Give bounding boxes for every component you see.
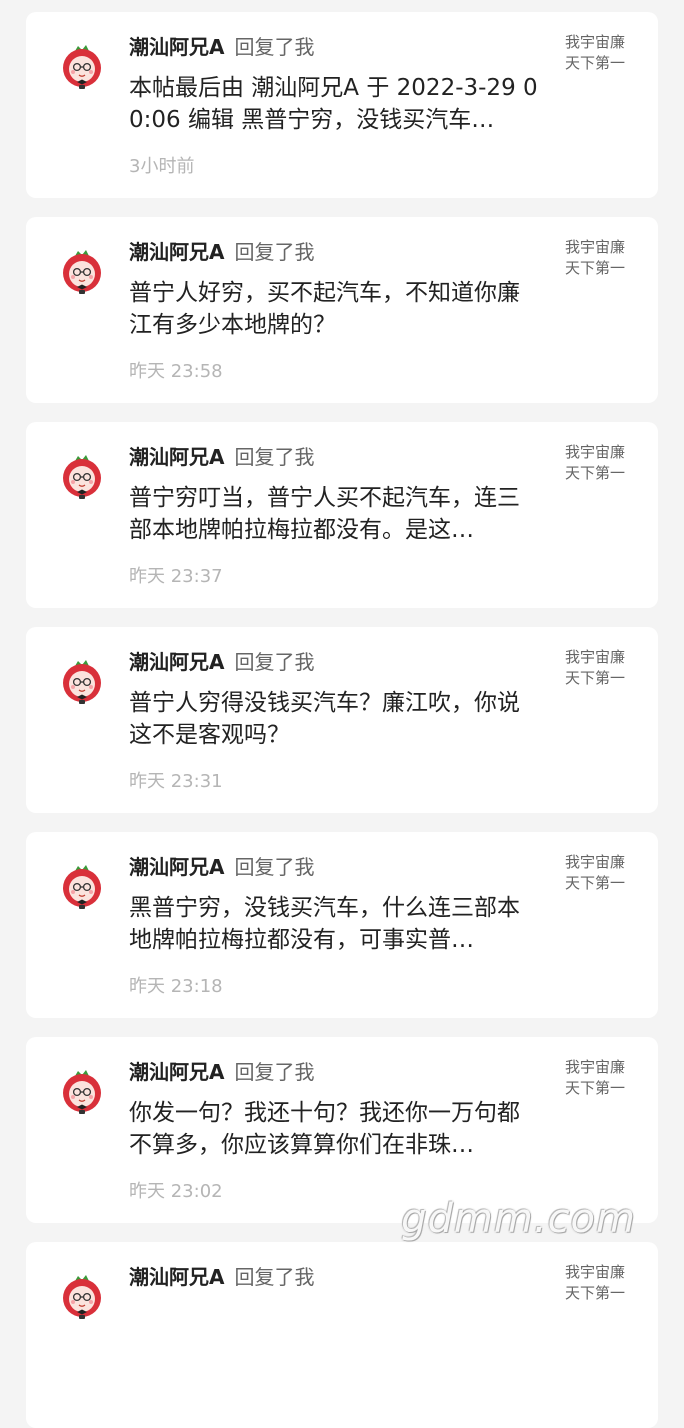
avatar[interactable] <box>58 1067 106 1115</box>
quoted-post-preview[interactable]: 我宇宙廉天下第一 <box>560 852 630 894</box>
reply-content[interactable]: 你发一句？我还十句？我还你一万句都不算多，你应该算算你们在非珠… <box>129 1097 539 1161</box>
notification-header: 潮汕阿兄A 回复了我 <box>129 1262 314 1292</box>
reply-action-label: 回复了我 <box>234 1060 315 1084</box>
reply-content[interactable]: 普宁人好穷，买不起汽车，不知道你廉江有多少本地牌的？ <box>129 277 539 341</box>
notification-header: 潮汕阿兄A 回复了我 <box>129 237 314 267</box>
avatar[interactable] <box>58 657 106 705</box>
username[interactable]: 潮汕阿兄A <box>129 1265 224 1289</box>
quoted-post-preview[interactable]: 我宇宙廉天下第一 <box>560 1057 630 1099</box>
reply-content[interactable]: 普宁人穷得没钱买汽车？廉江吹，你说这不是客观吗？ <box>129 687 539 751</box>
quoted-post-preview[interactable]: 我宇宙廉天下第一 <box>560 1262 630 1304</box>
timestamp: 昨天 23:02 <box>129 1181 223 1202</box>
reply-content[interactable]: 普宁穷叮当，普宁人买不起汽车，连三部本地牌帕拉梅拉都没有。是这… <box>129 482 539 546</box>
quoted-post-preview[interactable]: 我宇宙廉天下第一 <box>560 32 630 74</box>
reply-action-label: 回复了我 <box>234 1265 315 1289</box>
username[interactable]: 潮汕阿兄A <box>129 35 224 59</box>
timestamp: 3小时前 <box>129 156 195 177</box>
timestamp: 昨天 23:37 <box>129 566 223 587</box>
reply-content[interactable] <box>129 1302 539 1366</box>
avatar[interactable] <box>58 247 106 295</box>
username[interactable]: 潮汕阿兄A <box>129 1060 224 1084</box>
notification-card[interactable]: 潮汕阿兄A 回复了我 我宇宙廉天下第一 普宁人好穷，买不起汽车，不知道你廉江有多少本地… <box>26 217 658 403</box>
timestamp: 昨天 23:31 <box>129 771 223 792</box>
username[interactable]: 潮汕阿兄A <box>129 855 224 879</box>
notification-header: 潮汕阿兄A 回复了我 <box>129 442 314 472</box>
notification-card[interactable]: 潮汕阿兄A 回复了我 我宇宙廉天下第一 黑普宁穷，没钱买汽车，什么连三部本地牌帕拉梅拉… <box>26 832 658 1018</box>
username[interactable]: 潮汕阿兄A <box>129 240 224 264</box>
quoted-post-preview[interactable]: 我宇宙廉天下第一 <box>560 237 630 279</box>
username[interactable]: 潮汕阿兄A <box>129 445 224 469</box>
timestamp: 昨天 23:58 <box>129 361 223 382</box>
reply-content[interactable]: 黑普宁穷，没钱买汽车，什么连三部本地牌帕拉梅拉都没有，可事实普… <box>129 892 539 956</box>
quoted-post-preview[interactable]: 我宇宙廉天下第一 <box>560 647 630 689</box>
notification-header: 潮汕阿兄A 回复了我 <box>129 852 314 882</box>
avatar[interactable] <box>58 42 106 90</box>
reply-action-label: 回复了我 <box>234 855 315 879</box>
timestamp: 昨天 23:18 <box>129 976 223 997</box>
reply-action-label: 回复了我 <box>234 35 315 59</box>
avatar[interactable] <box>58 862 106 910</box>
avatar[interactable] <box>58 1272 106 1320</box>
notification-header: 潮汕阿兄A 回复了我 <box>129 647 314 677</box>
quoted-post-preview[interactable]: 我宇宙廉天下第一 <box>560 442 630 484</box>
notification-card[interactable]: 潮汕阿兄A 回复了我 我宇宙廉天下第一 本帖最后由 潮汕阿兄A 于 2022-3-29… <box>26 12 658 198</box>
notification-card[interactable]: 潮汕阿兄A 回复了我 我宇宙廉天下第一 普宁穷叮当，普宁人买不起汽车，连三部本地牌帕拉… <box>26 422 658 608</box>
reply-action-label: 回复了我 <box>234 445 315 469</box>
notification-header: 潮汕阿兄A 回复了我 <box>129 1057 314 1087</box>
username[interactable]: 潮汕阿兄A <box>129 650 224 674</box>
notification-card[interactable]: 潮汕阿兄A 回复了我 我宇宙廉天下第一 <box>26 1242 658 1428</box>
notification-card[interactable]: 潮汕阿兄A 回复了我 我宇宙廉天下第一 普宁人穷得没钱买汽车？廉江吹，你说这不是客观吗… <box>26 627 658 813</box>
reply-action-label: 回复了我 <box>234 240 315 264</box>
reply-action-label: 回复了我 <box>234 650 315 674</box>
avatar[interactable] <box>58 452 106 500</box>
watermark: gdmm.com <box>401 1196 636 1242</box>
reply-content[interactable]: 本帖最后由 潮汕阿兄A 于 2022-3-29 00:06 编辑 黑普宁穷，没钱… <box>129 72 539 136</box>
notification-header: 潮汕阿兄A 回复了我 <box>129 32 314 62</box>
